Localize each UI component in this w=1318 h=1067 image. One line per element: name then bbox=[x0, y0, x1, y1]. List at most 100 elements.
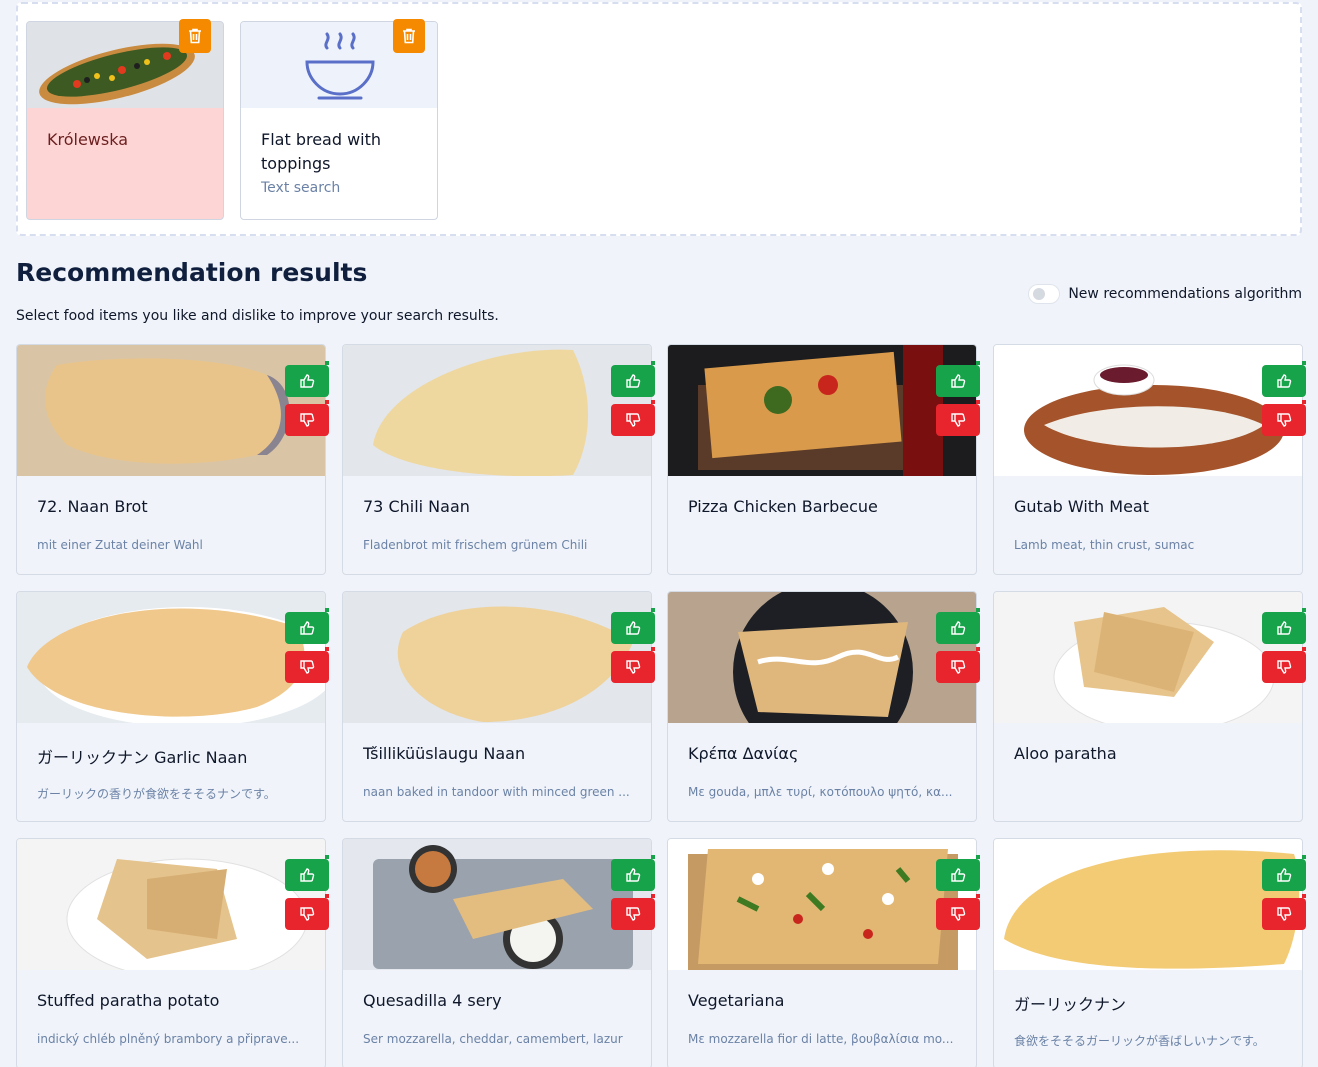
thumbs-down-icon bbox=[1277, 907, 1292, 921]
thumbs-up-icon bbox=[626, 374, 641, 388]
chili-naan-photo bbox=[343, 345, 651, 476]
dislike-button[interactable] bbox=[1262, 894, 1306, 930]
like-button[interactable] bbox=[285, 855, 329, 891]
result-description: ガーリックの香りが食欲をそそるナンです。 bbox=[37, 787, 276, 801]
toggle-label: New recommendations algorithm bbox=[1068, 286, 1302, 302]
result-card[interactable]: 72. Naan Brot mit einer Zutat deiner Wahl bbox=[16, 344, 329, 575]
result-card[interactable]: 73 Chili Naan Fladenbrot mit frischem grü… bbox=[342, 344, 655, 575]
result-title: Gutab With Meat bbox=[1014, 497, 1149, 516]
result-description: Με gouda, μπλε τυρί, κοτόπουλο ψητό, κα.… bbox=[688, 785, 953, 799]
thumbs-down-icon bbox=[951, 660, 966, 674]
result-card[interactable]: Tšilliküüslaugu Naan naan baked in tandoo… bbox=[342, 591, 655, 822]
chili-garlic-naan-photo bbox=[343, 592, 651, 723]
result-card[interactable]: ガーリックナン Garlic Naan ガーリックの香りが食欲をそそるナンです。 bbox=[16, 591, 329, 822]
result-title: Pizza Chicken Barbecue bbox=[688, 497, 878, 516]
result-description: 食欲をそそるガーリックが香ばしいナンです。 bbox=[1014, 1034, 1265, 1048]
stuffed-paratha-photo bbox=[17, 839, 325, 970]
thumbs-down-icon bbox=[951, 907, 966, 921]
thumbs-up-icon bbox=[1277, 868, 1292, 882]
result-title: Κρέπα Δανίας bbox=[688, 744, 799, 763]
dislike-button[interactable] bbox=[1262, 400, 1306, 436]
thumbs-up-icon bbox=[626, 621, 641, 635]
like-button[interactable] bbox=[285, 608, 329, 644]
like-button[interactable] bbox=[936, 361, 980, 397]
thumbs-down-icon bbox=[626, 413, 641, 427]
thumbs-down-icon bbox=[300, 660, 315, 674]
thumbs-up-icon bbox=[1277, 621, 1292, 635]
delete-button[interactable] bbox=[179, 19, 211, 53]
like-button[interactable] bbox=[936, 608, 980, 644]
result-card[interactable]: Quesadilla 4 sery Ser mozzarella, cheddar… bbox=[342, 838, 655, 1067]
thumbs-down-icon bbox=[1277, 413, 1292, 427]
like-button[interactable] bbox=[611, 608, 655, 644]
result-description: naan baked in tandoor with minced green … bbox=[363, 785, 630, 799]
toggle-switch[interactable] bbox=[1028, 284, 1061, 304]
result-description: Με mozzarella fior di latte, βουβαλίσια … bbox=[688, 1032, 954, 1046]
result-title: ガーリックナン Garlic Naan bbox=[37, 748, 248, 767]
gutab-photo bbox=[994, 345, 1302, 476]
like-button[interactable] bbox=[1262, 608, 1306, 644]
result-description: mit einer Zutat deiner Wahl bbox=[37, 538, 203, 552]
thumbs-up-icon bbox=[626, 868, 641, 882]
result-title: 72. Naan Brot bbox=[37, 497, 148, 516]
like-button[interactable] bbox=[936, 855, 980, 891]
pizza-bbq-photo bbox=[668, 345, 976, 476]
garlic-naan-2-photo bbox=[994, 839, 1302, 970]
result-title: Quesadilla 4 sery bbox=[363, 991, 502, 1010]
dislike-button[interactable] bbox=[936, 647, 980, 683]
thumbs-down-icon bbox=[951, 413, 966, 427]
result-card[interactable]: ガーリックナン食欲をそそるガーリックが香ばしいナンです。 bbox=[993, 838, 1306, 1067]
thumbs-down-icon bbox=[626, 907, 641, 921]
thumbs-up-icon bbox=[951, 374, 966, 388]
algorithm-toggle[interactable]: New recommendations algorithm bbox=[1028, 284, 1302, 304]
dislike-button[interactable] bbox=[285, 647, 329, 683]
like-button[interactable] bbox=[1262, 361, 1306, 397]
dislike-button[interactable] bbox=[611, 647, 655, 683]
result-description: Ser mozzarella, cheddar, camembert, lazu… bbox=[363, 1032, 623, 1046]
result-description: indický chléb plněný brambory a připrave… bbox=[37, 1032, 300, 1046]
result-title: Tšilliküüslaugu Naan bbox=[363, 744, 526, 763]
result-title: Aloo paratha bbox=[1014, 744, 1117, 763]
thumbs-up-icon bbox=[300, 374, 315, 388]
dislike-button[interactable] bbox=[611, 894, 655, 930]
trash-icon bbox=[403, 28, 415, 44]
like-button[interactable] bbox=[285, 361, 329, 397]
dislike-button[interactable] bbox=[936, 400, 980, 436]
result-title: Vegetariana bbox=[688, 991, 785, 1010]
like-button[interactable] bbox=[611, 361, 655, 397]
selected-items-panel: Królewska Flat bread with toppings Text … bbox=[16, 2, 1302, 236]
quesadilla-photo bbox=[343, 839, 651, 970]
result-title: ガーリックナン bbox=[1014, 995, 1127, 1014]
thumbs-up-icon bbox=[1277, 374, 1292, 388]
like-button[interactable] bbox=[611, 855, 655, 891]
selected-item-card[interactable]: Flat bread with toppings Text search bbox=[240, 19, 438, 220]
like-button[interactable] bbox=[1262, 855, 1306, 891]
result-card[interactable]: Κρέπα Δανίας Με gouda, μπλε τυρί, κοτόπου… bbox=[667, 591, 980, 822]
dislike-button[interactable] bbox=[285, 894, 329, 930]
result-card[interactable]: Stuffed paratha potato indický chléb plně… bbox=[16, 838, 329, 1067]
delete-button[interactable] bbox=[393, 19, 425, 53]
vegetariana-photo bbox=[668, 839, 976, 970]
thumbs-up-icon bbox=[951, 868, 966, 882]
result-card[interactable]: Vegetariana Με mozzarella fior di latte, … bbox=[667, 838, 980, 1067]
result-title: 73 Chili Naan bbox=[363, 497, 470, 516]
thumbs-up-icon bbox=[951, 621, 966, 635]
thumbs-down-icon bbox=[626, 660, 641, 674]
selected-item-card[interactable]: Królewska bbox=[26, 19, 224, 220]
result-card[interactable]: Aloo paratha bbox=[993, 591, 1306, 822]
dislike-button[interactable] bbox=[1262, 647, 1306, 683]
result-card[interactable]: Gutab With Meat Lamb meat, thin crust, su… bbox=[993, 344, 1306, 575]
result-description: Fladenbrot mit frischem grünem Chili bbox=[363, 538, 588, 552]
result-description: Lamb meat, thin crust, sumac bbox=[1014, 538, 1195, 552]
selected-item-title: Flat bread with toppings bbox=[261, 130, 382, 173]
result-title: Stuffed paratha potato bbox=[37, 991, 220, 1010]
thumbs-down-icon bbox=[1277, 660, 1292, 674]
page-title: Recommendation results bbox=[16, 258, 368, 287]
dislike-button[interactable] bbox=[936, 894, 980, 930]
paratha-photo bbox=[994, 592, 1302, 723]
dislike-button[interactable] bbox=[611, 400, 655, 436]
result-card[interactable]: Pizza Chicken Barbecue bbox=[667, 344, 980, 575]
dislike-button[interactable] bbox=[285, 400, 329, 436]
page-subtitle: Select food items you like and dislike t… bbox=[16, 308, 499, 324]
naan-photo bbox=[17, 345, 325, 476]
